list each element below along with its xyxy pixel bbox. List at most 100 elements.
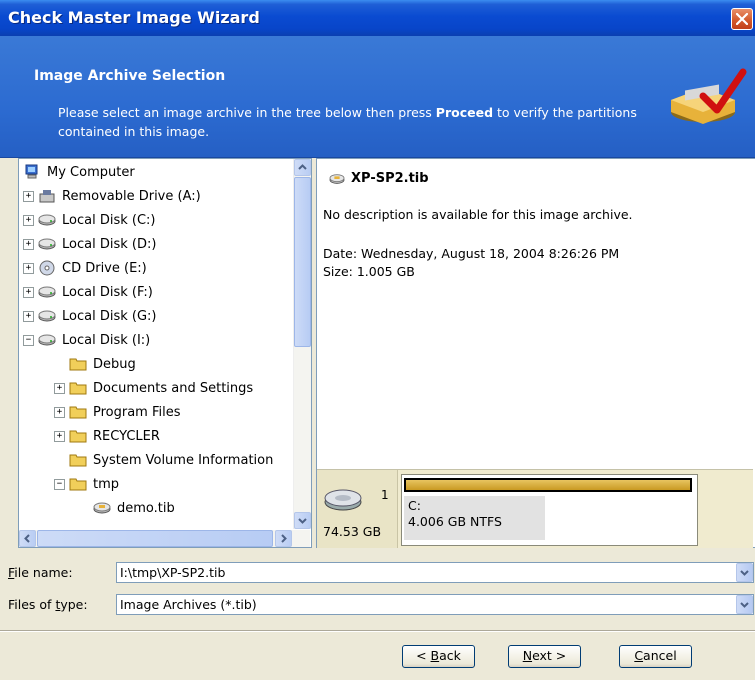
tree-item-program-files[interactable]: + Program Files	[54, 401, 181, 423]
next-label-rest: ext >	[532, 648, 567, 663]
expand-button[interactable]: +	[23, 190, 34, 202]
hard-disk-icon	[38, 310, 56, 322]
page-description: Please select an image archive in the tr…	[58, 103, 698, 141]
tree-item-label: Local Disk (I:)	[62, 332, 151, 348]
cd-drive-icon	[39, 260, 55, 276]
file-name-value: I:\tmp\XP-SP2.tib	[120, 565, 226, 580]
disk-info: 1 74.53 GB	[317, 470, 398, 548]
chevron-down-icon	[298, 518, 307, 524]
tree-item-debug[interactable]: Debug	[69, 353, 136, 375]
folder-icon	[69, 454, 87, 467]
tree-item-label: Removable Drive (A:)	[62, 188, 201, 204]
expand-button[interactable]: +	[23, 214, 34, 226]
file-name-dropdown-button[interactable]	[736, 563, 753, 582]
scroll-down-button[interactable]	[294, 512, 311, 529]
window-title: Check Master Image Wizard	[8, 8, 260, 27]
cancel-button[interactable]: Cancel	[619, 645, 692, 668]
partition-usage-bar	[404, 478, 692, 492]
archive-date: Date: Wednesday, August 18, 2004 8:26:26…	[323, 246, 620, 261]
scroll-up-button[interactable]	[294, 159, 311, 176]
expand-button[interactable]: +	[23, 262, 34, 274]
tree-item-tmp[interactable]: − tmp	[54, 473, 119, 495]
archive-details-panel: XP-SP2.tib No description is available f…	[316, 158, 755, 548]
scroll-left-button[interactable]	[19, 530, 36, 547]
tree-item-local-disk-f[interactable]: + Local Disk (F:)	[23, 281, 153, 303]
file-name-label: File name:	[8, 565, 73, 580]
folder-icon	[69, 478, 87, 491]
close-button[interactable]	[731, 8, 753, 30]
chevron-down-icon	[740, 602, 749, 608]
disk-size: 74.53 GB	[323, 524, 382, 539]
expand-button[interactable]: +	[23, 286, 34, 298]
chevron-left-icon	[24, 534, 30, 543]
tree-item-documents-and-settings[interactable]: + Documents and Settings	[54, 377, 253, 399]
hard-disk-icon	[38, 214, 56, 226]
expand-button[interactable]: +	[54, 430, 65, 442]
tree-item-label: Debug	[93, 356, 136, 372]
main-panel: My Computer + Removable Drive (A:) + Loc…	[18, 158, 755, 548]
tree-item-removable-drive[interactable]: + Removable Drive (A:)	[23, 185, 201, 207]
page-heading: Image Archive Selection	[34, 68, 226, 84]
tree-horizontal-scrollbar[interactable]	[19, 530, 310, 547]
next-label-accel: N	[522, 648, 533, 663]
files-of-type-dropdown-button[interactable]	[736, 595, 753, 614]
description-text: Please select an image archive in the tr…	[58, 105, 436, 120]
tree-item-label: Documents and Settings	[93, 380, 254, 396]
archive-file-name: XP-SP2.tib	[351, 171, 429, 186]
hard-disk-icon	[38, 286, 56, 298]
scroll-right-button[interactable]	[275, 530, 292, 547]
image-archive-icon	[329, 173, 345, 184]
next-button[interactable]: Next >	[508, 645, 581, 668]
horizontal-scroll-thumb[interactable]	[37, 530, 273, 547]
tree-item-local-disk-g[interactable]: + Local Disk (G:)	[23, 305, 156, 327]
wizard-header: Image Archive Selection Please select an…	[0, 36, 755, 158]
tree-item-label: Program Files	[93, 404, 181, 420]
tree-item-local-disk-d[interactable]: + Local Disk (D:)	[23, 233, 156, 255]
files-type-label-start: Files of	[8, 597, 56, 612]
tree-item-my-computer[interactable]: My Computer	[23, 161, 135, 183]
collapse-button[interactable]: −	[54, 478, 65, 490]
expand-button[interactable]: +	[54, 382, 65, 394]
back-label-rest: ack	[439, 648, 461, 663]
expand-button[interactable]: +	[54, 406, 65, 418]
tree-item-label: CD Drive (E:)	[62, 260, 147, 276]
wizard-check-icon	[671, 68, 747, 124]
wizard-window: Check Master Image Wizard Image Archive …	[0, 0, 755, 680]
chevron-right-icon	[281, 534, 287, 543]
title-bar[interactable]: Check Master Image Wizard	[0, 0, 755, 36]
folder-icon	[69, 358, 87, 371]
close-icon	[736, 13, 748, 25]
tree-item-label: RECYCLER	[93, 428, 160, 444]
partition-c[interactable]: C: 4.006 GB NTFS	[401, 474, 698, 546]
files-of-type-label: Files of type:	[8, 597, 88, 612]
collapse-button[interactable]: −	[23, 334, 34, 346]
tree-item-system-volume-information[interactable]: System Volume Information	[69, 449, 273, 471]
cancel-label-accel: C	[634, 648, 644, 663]
cancel-label-rest: ancel	[643, 648, 677, 663]
tree-item-demo-tib[interactable]: demo.tib	[93, 497, 175, 519]
back-button[interactable]: < Back	[402, 645, 475, 668]
tree-item-local-disk-i[interactable]: − Local Disk (I:)	[23, 329, 150, 351]
file-name-combo[interactable]: I:\tmp\XP-SP2.tib	[116, 562, 754, 583]
scroll-thumb[interactable]	[294, 177, 311, 347]
disk-number: 1	[381, 488, 389, 502]
expand-button[interactable]: +	[23, 238, 34, 250]
file-name-label-rest: ile name:	[14, 565, 73, 580]
folder-icon	[69, 406, 87, 419]
tree-item-local-disk-c[interactable]: + Local Disk (C:)	[23, 209, 155, 231]
tree-item-label: Local Disk (D:)	[62, 236, 157, 252]
files-of-type-value: Image Archives (*.tib)	[120, 597, 257, 612]
button-divider	[0, 630, 755, 632]
description-bold-text: Proceed	[435, 105, 494, 120]
archive-size: Size: 1.005 GB	[323, 264, 415, 279]
tree-item-label: Local Disk (G:)	[62, 308, 157, 324]
files-of-type-combo[interactable]: Image Archives (*.tib)	[116, 594, 754, 615]
expand-button[interactable]: +	[23, 310, 34, 322]
tree-vertical-scrollbar[interactable]	[293, 159, 311, 529]
chevron-down-icon	[740, 570, 749, 576]
tree-item-label: My Computer	[47, 164, 135, 180]
tree-item-label: tmp	[93, 476, 120, 492]
tree-item-recycler[interactable]: + RECYCLER	[54, 425, 160, 447]
folder-tree[interactable]: My Computer + Removable Drive (A:) + Loc…	[18, 158, 312, 548]
tree-item-cd-drive-e[interactable]: + CD Drive (E:)	[23, 257, 147, 279]
